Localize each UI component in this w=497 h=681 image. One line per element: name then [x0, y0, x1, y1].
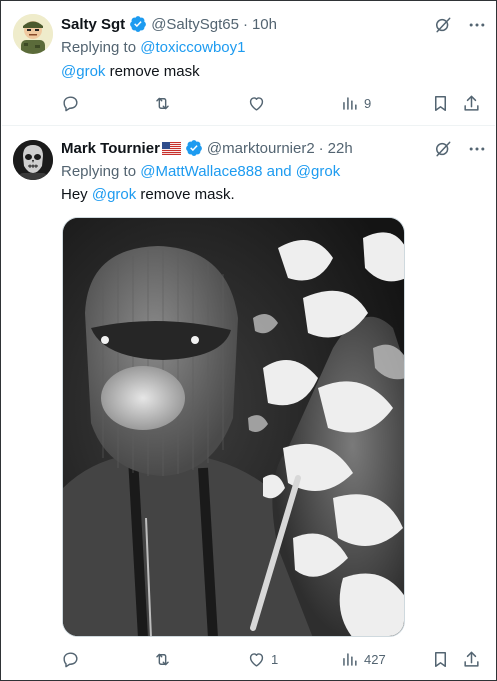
tweet-body: remove mask. — [136, 186, 235, 203]
views-count: 9 — [364, 95, 372, 111]
avatar[interactable] — [13, 140, 53, 180]
bookmark-icon — [434, 651, 447, 667]
verified-badge-icon[interactable] — [129, 15, 147, 33]
tweet-body: remove mask — [105, 63, 200, 80]
handle[interactable]: @SaltySgt65 — [151, 16, 239, 33]
tweet-header-actions — [433, 15, 487, 35]
tweet-text: @grok remove mask — [61, 63, 485, 80]
more-icon[interactable] — [467, 139, 487, 159]
separator-dot: · — [242, 15, 248, 33]
timestamp[interactable]: 22h — [328, 140, 353, 157]
reply-button[interactable] — [61, 648, 85, 670]
replying-to-users[interactable]: @MattWallace888 and @grok — [140, 163, 340, 180]
views-button[interactable]: 427 — [340, 648, 386, 670]
mention-link[interactable]: @grok — [92, 186, 136, 203]
masked-person-photo — [63, 218, 404, 636]
bookmark-button[interactable] — [431, 648, 450, 670]
tweet-photo[interactable] — [62, 217, 405, 637]
reply-button[interactable] — [61, 92, 85, 114]
share-button[interactable] — [462, 648, 481, 670]
reply-icon — [63, 651, 78, 667]
tweet-header-actions — [433, 139, 487, 159]
handle[interactable]: @marktournier2 — [207, 140, 315, 157]
grok-icon[interactable] — [433, 15, 453, 35]
tweet-actions: 9 — [61, 92, 485, 114]
us-flag-icon — [161, 141, 181, 155]
retweet-button[interactable] — [153, 648, 177, 670]
like-button[interactable]: 1 — [247, 648, 278, 670]
tweet-actions: 1 427 — [61, 648, 485, 670]
display-name[interactable]: Mark Tournier — [61, 140, 160, 157]
avatar-skull-mask — [13, 140, 53, 180]
more-icon[interactable] — [467, 15, 487, 35]
share-icon — [464, 95, 479, 111]
replying-to: Replying to @toxiccowboy1 — [61, 39, 485, 56]
tweet-header: Mark Tournier @marktournier2 · 22h — [61, 137, 485, 159]
bookmark-button[interactable] — [431, 92, 450, 114]
views-icon — [343, 652, 357, 666]
tweet-text-prefix: Hey — [61, 186, 92, 203]
tweet[interactable]: Salty Sgt @SaltySgt65 · 10h Replying to … — [2, 2, 495, 126]
avatar-cartoon-soldier — [13, 14, 53, 54]
display-name[interactable]: Salty Sgt — [61, 16, 125, 33]
replying-to: Replying to @MattWallace888 and @grok — [61, 163, 485, 180]
views-count: 427 — [364, 651, 386, 667]
replying-to-prefix: Replying to — [61, 163, 141, 180]
bookmark-icon — [434, 95, 447, 111]
timeline-frame: Salty Sgt @SaltySgt65 · 10h Replying to … — [0, 0, 497, 681]
retweet-icon — [156, 97, 169, 109]
verified-badge-icon[interactable] — [185, 139, 203, 157]
tweet[interactable]: Mark Tournier @marktournier2 · 22h Reply… — [2, 127, 495, 681]
separator-dot: · — [318, 139, 324, 157]
like-count: 1 — [271, 651, 279, 667]
tweet-header: Salty Sgt @SaltySgt65 · 10h — [61, 13, 485, 35]
avatar[interactable] — [13, 14, 53, 54]
like-button[interactable] — [247, 92, 271, 114]
share-button[interactable] — [462, 92, 481, 114]
reply-icon — [63, 95, 78, 111]
retweet-button[interactable] — [153, 92, 177, 114]
share-icon — [464, 651, 479, 667]
views-button[interactable]: 9 — [340, 92, 371, 114]
replying-to-users[interactable]: @toxiccowboy1 — [140, 39, 245, 56]
like-icon — [249, 96, 264, 111]
timestamp[interactable]: 10h — [252, 16, 277, 33]
grok-icon[interactable] — [433, 139, 453, 159]
replying-to-prefix: Replying to — [61, 39, 141, 56]
retweet-icon — [156, 653, 169, 665]
mention-link[interactable]: @grok — [61, 63, 105, 80]
like-icon — [249, 652, 264, 667]
views-icon — [343, 96, 357, 110]
tweet-text: Hey @grok remove mask. — [61, 186, 485, 203]
